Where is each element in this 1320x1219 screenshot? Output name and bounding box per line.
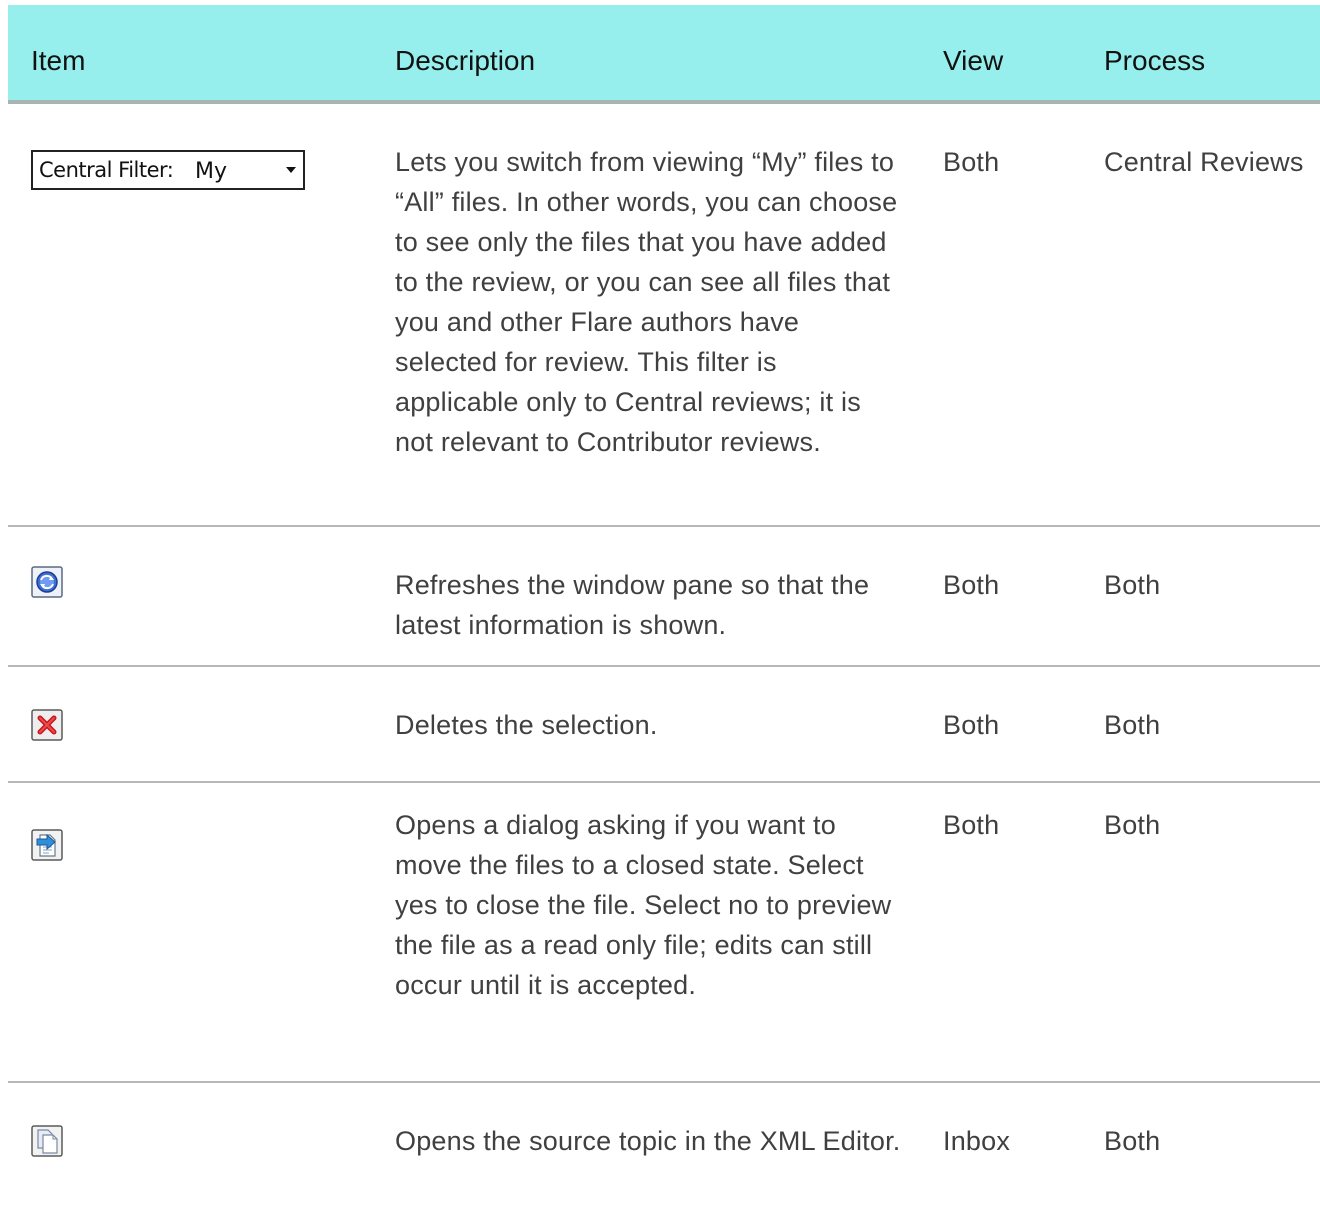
row-process: Both bbox=[1104, 710, 1161, 740]
header-description: Description bbox=[395, 45, 536, 76]
header-process: Process bbox=[1104, 45, 1206, 76]
row-description: Refreshes the window pane so that the la… bbox=[395, 570, 870, 640]
table-header: Item Description View Process bbox=[8, 5, 1320, 104]
row-description: Opens a dialog asking if you want to mov… bbox=[395, 810, 892, 1000]
delete-icon[interactable] bbox=[31, 709, 63, 741]
refresh-icon[interactable] bbox=[31, 566, 63, 598]
header-item: Item bbox=[31, 45, 86, 76]
table-row: Deletes the selection. Both Both bbox=[8, 667, 1320, 783]
table-row: Opens the source topic in the XML Editor… bbox=[8, 1083, 1320, 1219]
central-filter-dropdown[interactable]: Central Filter: My bbox=[31, 150, 305, 190]
central-filter-label: Central Filter: bbox=[39, 158, 174, 182]
row-process: Both bbox=[1104, 1126, 1161, 1156]
row-process: Central Reviews bbox=[1104, 147, 1304, 177]
row-view: Both bbox=[943, 810, 1000, 840]
row-view: Inbox bbox=[943, 1126, 1011, 1156]
table-row: Opens a dialog asking if you want to mov… bbox=[8, 783, 1320, 1083]
row-view: Both bbox=[943, 710, 1000, 740]
chevron-down-icon[interactable] bbox=[286, 167, 296, 173]
accept-file-icon[interactable] bbox=[31, 829, 63, 861]
row-description: Deletes the selection. bbox=[395, 710, 658, 740]
row-process: Both bbox=[1104, 810, 1161, 840]
open-source-icon[interactable] bbox=[31, 1125, 63, 1157]
central-filter-value: My bbox=[195, 159, 228, 184]
row-view: Both bbox=[943, 147, 1000, 177]
row-description: Opens the source topic in the XML Editor… bbox=[395, 1126, 901, 1156]
row-process: Both bbox=[1104, 570, 1161, 600]
row-view: Both bbox=[943, 570, 1000, 600]
header-view: View bbox=[943, 45, 1004, 76]
row-description: Lets you switch from viewing “My” files … bbox=[395, 147, 898, 457]
toolbar-items-table: Item Description View Process Central Fi… bbox=[8, 5, 1320, 1219]
table-row: Refreshes the window pane so that the la… bbox=[8, 527, 1320, 667]
table-row: Central Filter: My Lets you switch from … bbox=[8, 104, 1320, 527]
